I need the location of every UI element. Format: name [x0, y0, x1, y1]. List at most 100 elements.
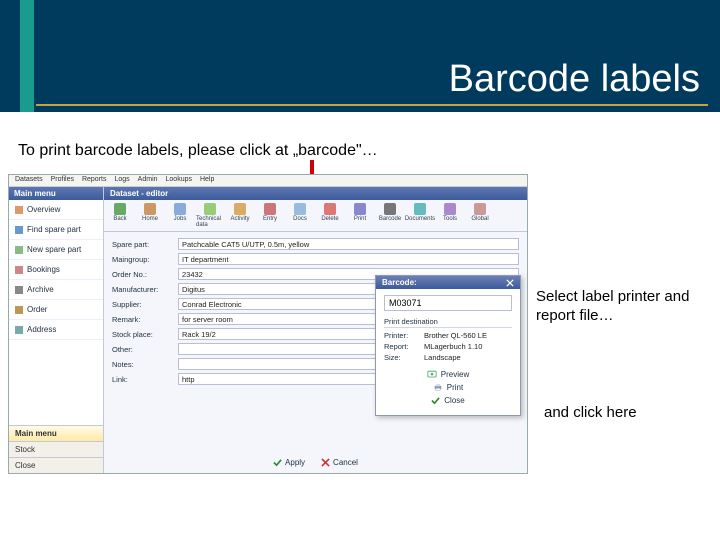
close-button[interactable]: Close — [431, 396, 464, 405]
sidebar-item-label: Archive — [27, 285, 54, 294]
menubar-item[interactable]: Datasets — [15, 176, 43, 185]
sidebar-item-icon — [15, 326, 23, 334]
form-row: Spare part:Patchcable CAT5 U/UTP, 0.5m, … — [112, 238, 519, 250]
menubar-item[interactable]: Profiles — [51, 176, 74, 185]
toolbar-button-label: Global — [471, 216, 488, 222]
sidebar-header: Main menu — [9, 187, 103, 200]
toolbar-button-label: Delete — [321, 216, 338, 222]
menubar-item[interactable]: Lookups — [166, 176, 192, 185]
menubar-item[interactable]: Help — [200, 176, 214, 185]
toolbar-button-label: Activity — [230, 216, 249, 222]
toolbar-button-docs[interactable]: Docs — [286, 202, 314, 229]
toolbar-button-jobs[interactable]: Jobs — [166, 202, 194, 229]
field-input[interactable]: Patchcable CAT5 U/UTP, 0.5m, yellow — [178, 238, 519, 250]
sidebar-item[interactable]: New spare part — [9, 240, 103, 260]
back-icon — [114, 203, 126, 215]
page-title: Barcode labels — [449, 58, 700, 101]
editor-toolbar: Back Home Jobs Technical data Activity Entry D… — [104, 200, 527, 232]
instruction-step1: To print barcode labels, please click at… — [18, 142, 378, 160]
toolbar-button-barcode[interactable]: Barcode — [376, 202, 404, 229]
toolbar-button-label: Print — [354, 216, 366, 222]
sidebar-item-label: Order — [27, 305, 47, 314]
toolbar-button-label: Home — [142, 216, 158, 222]
toolbar-button-label: Back — [113, 216, 126, 222]
cancel-button[interactable]: Cancel — [321, 458, 358, 467]
entry-icon — [264, 203, 276, 215]
barcode-value: M03071 — [384, 295, 512, 311]
barcode-icon — [384, 203, 396, 215]
toolbar-button-label: Entry — [263, 216, 277, 222]
docs-icon — [294, 203, 306, 215]
sidebar-item[interactable]: Bookings — [9, 260, 103, 280]
sidebar-item[interactable]: Order — [9, 300, 103, 320]
menubar-item[interactable]: Admin — [138, 176, 158, 185]
toolbar-button-entry[interactable]: Entry — [256, 202, 284, 229]
toolbar-button-home[interactable]: Home — [136, 202, 164, 229]
preview-label: Preview — [441, 370, 469, 379]
cancel-label: Cancel — [333, 458, 358, 467]
jobs-icon — [174, 203, 186, 215]
sidebar-item-label: New spare part — [27, 245, 81, 254]
sidebar-item-label: Overview — [27, 205, 60, 214]
sidebar-item[interactable]: Archive — [9, 280, 103, 300]
close-icon[interactable] — [505, 278, 514, 287]
toolbar-button-delete[interactable]: Delete — [316, 202, 344, 229]
popup-row-label: Size: — [384, 353, 424, 362]
toolbar-button-global[interactable]: Global — [466, 202, 494, 229]
apply-button[interactable]: Apply — [273, 458, 305, 467]
global-icon — [474, 203, 486, 215]
documents-icon — [414, 203, 426, 215]
field-label: Other: — [112, 345, 178, 354]
sidebar-item[interactable]: Find spare part — [9, 220, 103, 240]
sidebar-bottom-item[interactable]: Stock — [9, 441, 103, 457]
toolbar-button-activity[interactable]: Activity — [226, 202, 254, 229]
popup-row: Size:Landscape — [384, 353, 512, 362]
sidebar-item[interactable]: Address — [9, 320, 103, 340]
preview-button[interactable]: Preview — [427, 370, 469, 379]
sidebar-item-icon — [15, 266, 23, 274]
sidebar-item-icon — [15, 286, 23, 294]
print-icon — [354, 203, 366, 215]
popup-row-value[interactable]: MLagerbuch 1.10 — [424, 342, 512, 351]
close-label: Close — [444, 396, 464, 405]
sidebar-item-icon — [15, 226, 23, 234]
form-row: Maingroup:IT department — [112, 253, 519, 265]
toolbar-button-label: Docs — [293, 216, 307, 222]
field-input[interactable]: IT department — [178, 253, 519, 265]
popup-row-label: Printer: — [384, 331, 424, 340]
field-label: Spare part: — [112, 240, 178, 249]
field-label: Link: — [112, 375, 178, 384]
menubar-item[interactable]: Reports — [82, 176, 107, 185]
sidebar-item-label: Address — [27, 325, 56, 334]
toolbar-button-technical-data[interactable]: Technical data — [196, 202, 224, 229]
popup-row-value[interactable]: Landscape — [424, 353, 512, 362]
field-label: Maingroup: — [112, 255, 178, 264]
check-icon — [431, 396, 440, 405]
menubar-item[interactable]: Logs — [114, 176, 129, 185]
home-icon — [144, 203, 156, 215]
toolbar-button-tools[interactable]: Tools — [436, 202, 464, 229]
popup-row: Report:MLagerbuch 1.10 — [384, 342, 512, 351]
toolbar-button-documents[interactable]: Documents — [406, 202, 434, 229]
toolbar-button-label: Jobs — [174, 216, 187, 222]
field-label: Supplier: — [112, 300, 178, 309]
sidebar-item-label: Find spare part — [27, 225, 81, 234]
print-button[interactable]: Print — [433, 383, 463, 392]
instruction-step2: Select label printer and report file… — [536, 288, 696, 326]
field-label: Order No.: — [112, 270, 178, 279]
sidebar-bottom-item[interactable]: Close — [9, 457, 103, 473]
printer-icon — [433, 383, 443, 392]
field-label: Stock place: — [112, 330, 178, 339]
sidebar-item[interactable]: Overview — [9, 200, 103, 220]
instruction-step3: and click here — [544, 404, 637, 421]
popup-row-value[interactable]: Brother QL-560 LE — [424, 331, 512, 340]
popup-title: Barcode: — [382, 278, 417, 287]
sidebar-item-icon — [15, 306, 23, 314]
sidebar-bottom-item[interactable]: Main menu — [9, 425, 103, 441]
field-label: Notes: — [112, 360, 178, 369]
app-menubar: Datasets Profiles Reports Logs Admin Lookups H… — [9, 175, 527, 187]
delete-icon — [324, 203, 336, 215]
toolbar-button-print[interactable]: Print — [346, 202, 374, 229]
toolbar-button-back[interactable]: Back — [106, 202, 134, 229]
field-label: Manufacturer: — [112, 285, 178, 294]
